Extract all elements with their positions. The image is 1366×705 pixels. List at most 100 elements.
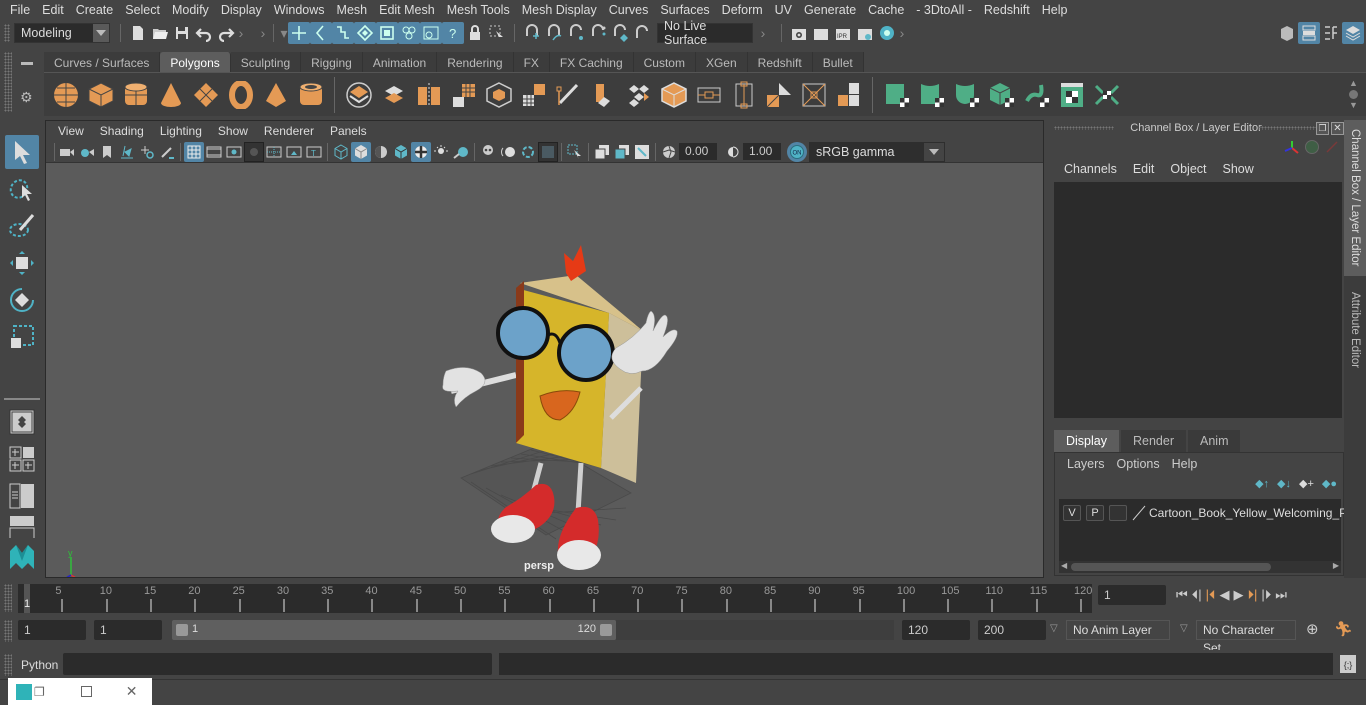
lock-selection-icon[interactable] [464,22,486,44]
shelf-tab-fx-caching[interactable]: FX Caching [549,52,634,74]
layer-display-type-toggle[interactable] [1109,505,1127,521]
film-gate-icon[interactable] [204,142,224,162]
auto-key-icon[interactable]: ⊕ [1306,620,1319,638]
xray-active-components-icon[interactable] [612,142,632,162]
scroll-down-icon[interactable]: ▼ [1349,101,1358,110]
camera-attributes-icon[interactable] [77,142,97,162]
playback-start-field[interactable]: 1 [94,620,162,640]
menu-curves[interactable]: Curves [603,0,655,20]
step-forward-frame-icon[interactable]: |⏵ [1261,587,1271,603]
layer-tab-anim[interactable]: Anim [1188,430,1241,452]
shelf-tab-redshift[interactable]: Redshift [747,52,813,74]
uv-editor-icon[interactable] [1054,78,1089,112]
ipr-render-icon[interactable]: IPR [832,22,854,44]
triangulate-icon[interactable] [761,78,796,112]
maximize-window-icon[interactable] [80,686,92,697]
grip-handle[interactable] [4,24,10,42]
field-chart-icon[interactable] [264,142,284,162]
command-input[interactable] [63,653,492,675]
range-end-handle[interactable] [600,624,612,636]
resolution-gate-icon[interactable] [224,142,244,162]
side-tab-attribute-editor[interactable]: Attribute Editor [1344,280,1366,380]
shelf-tab-bullet[interactable]: Bullet [812,52,864,74]
separate-icon[interactable] [376,78,411,112]
color-management-toggle-icon[interactable]: ON [787,141,807,162]
fill-hole-icon[interactable] [726,78,761,112]
poly-pyramid-icon[interactable] [258,78,293,112]
attribute-editor-toggle-icon[interactable] [1298,22,1320,44]
select-camera-icon[interactable] [57,142,77,162]
viewport-menu-renderer[interactable]: Renderer [256,124,322,138]
layers-menu[interactable]: Layers [1061,457,1111,471]
multicut-icon[interactable] [586,78,621,112]
snap-to-view-plane-icon[interactable] [587,22,609,44]
scrollbar-thumb[interactable] [1071,563,1271,571]
collapse-chevron-icon[interactable]: › [237,24,245,42]
poly-plane-icon[interactable] [188,78,223,112]
grease-pencil-icon[interactable] [157,142,177,162]
menu-edit-mesh[interactable]: Edit Mesh [373,0,441,20]
go-to-end-icon[interactable]: ⏭ [1275,587,1287,603]
viewport-panel[interactable]: View Shading Lighting Show Renderer Pane… [45,120,1044,578]
menu-windows[interactable]: Windows [268,0,331,20]
layer-color-swatch-icon[interactable] [1132,505,1146,521]
layer-row[interactable]: V P Cartoon_Book_Yellow_Welcoming_Po [1063,505,1354,521]
spherical-uv-icon[interactable] [949,78,984,112]
scroll-left-icon[interactable]: ◀ [1061,561,1067,570]
shelf-tab-curves-surfaces[interactable]: Curves / Surfaces [44,52,161,74]
image-plane-icon[interactable] [117,142,137,162]
move-layer-down-icon[interactable]: ◆↓ [1277,477,1291,490]
anim-layer-dropdown-icon[interactable]: ▽ [1050,623,1058,634]
viewport-menu-shading[interactable]: Shading [92,124,152,138]
maya-logo-icon[interactable] [5,540,39,574]
close-icon[interactable]: ✕ [1331,122,1344,135]
render-view-icon[interactable] [788,22,810,44]
menu-cache[interactable]: Cache [862,0,910,20]
textured-icon[interactable] [411,141,431,162]
layout-uv-icon[interactable] [1089,78,1124,112]
redo-icon[interactable] [215,22,237,44]
menu-mesh-tools[interactable]: Mesh Tools [441,0,516,20]
select-by-component-icon[interactable] [332,22,354,44]
menu-display[interactable]: Display [215,0,268,20]
exposure-field[interactable]: 0.00 [679,143,717,160]
modeling-toolkit-icon[interactable] [1276,22,1298,44]
isolate-select-icon[interactable] [565,142,585,162]
bookmarks-icon[interactable] [97,142,117,162]
safe-title-icon[interactable]: T [304,142,324,162]
character-set-dropdown[interactable]: No Character Set [1196,620,1296,655]
make-live-icon[interactable] [609,22,631,44]
close-window-icon[interactable]: ✕ [126,683,138,700]
mirror-icon[interactable] [411,78,446,112]
current-frame-field[interactable]: 1 [1098,585,1166,605]
insert-edge-loop-icon[interactable] [656,78,691,112]
depth-of-field-icon[interactable] [538,141,558,162]
channel-box-toggle-icon[interactable] [1342,22,1364,44]
shelf-tab-fx[interactable]: FX [513,52,550,74]
select-face-mask-icon[interactable] [398,22,420,44]
menu-edit[interactable]: Edit [36,0,70,20]
motion-blur-icon[interactable] [498,142,518,162]
viewport-menu-panels[interactable]: Panels [322,124,375,138]
shelf-tab-custom[interactable]: Custom [633,52,696,74]
single-perspective-layout-icon[interactable] [5,405,39,439]
shelf-gear-icon[interactable]: ⚙ [20,90,34,104]
channel-box-sync-icon[interactable] [1305,140,1319,154]
menu-3dtoall[interactable]: - 3DtoAll - [910,0,978,20]
four-view-layout-icon[interactable] [5,442,39,476]
snap-to-grid-icon[interactable] [521,22,543,44]
select-by-hierarchy-icon[interactable] [288,22,310,44]
edit-menu[interactable]: Edit [1125,162,1163,176]
color-space-dropdown[interactable]: sRGB gamma [809,141,945,162]
workspace-mode-dropdown[interactable]: Modeling [14,23,110,43]
menu-help[interactable]: Help [1036,0,1074,20]
tool-settings-toggle-icon[interactable] [1320,22,1342,44]
gate-mask-icon[interactable] [244,141,264,162]
select-edge-mask-icon[interactable] [376,22,398,44]
step-back-frame-icon[interactable]: ⏴| [1192,587,1202,603]
snap-to-curve-icon[interactable] [543,22,565,44]
menu-create[interactable]: Create [70,0,120,20]
shelf-scroll[interactable]: ▲ ▼ [1349,79,1358,110]
shelf-tab-rigging[interactable]: Rigging [301,52,363,74]
smooth-icon[interactable] [446,78,481,112]
